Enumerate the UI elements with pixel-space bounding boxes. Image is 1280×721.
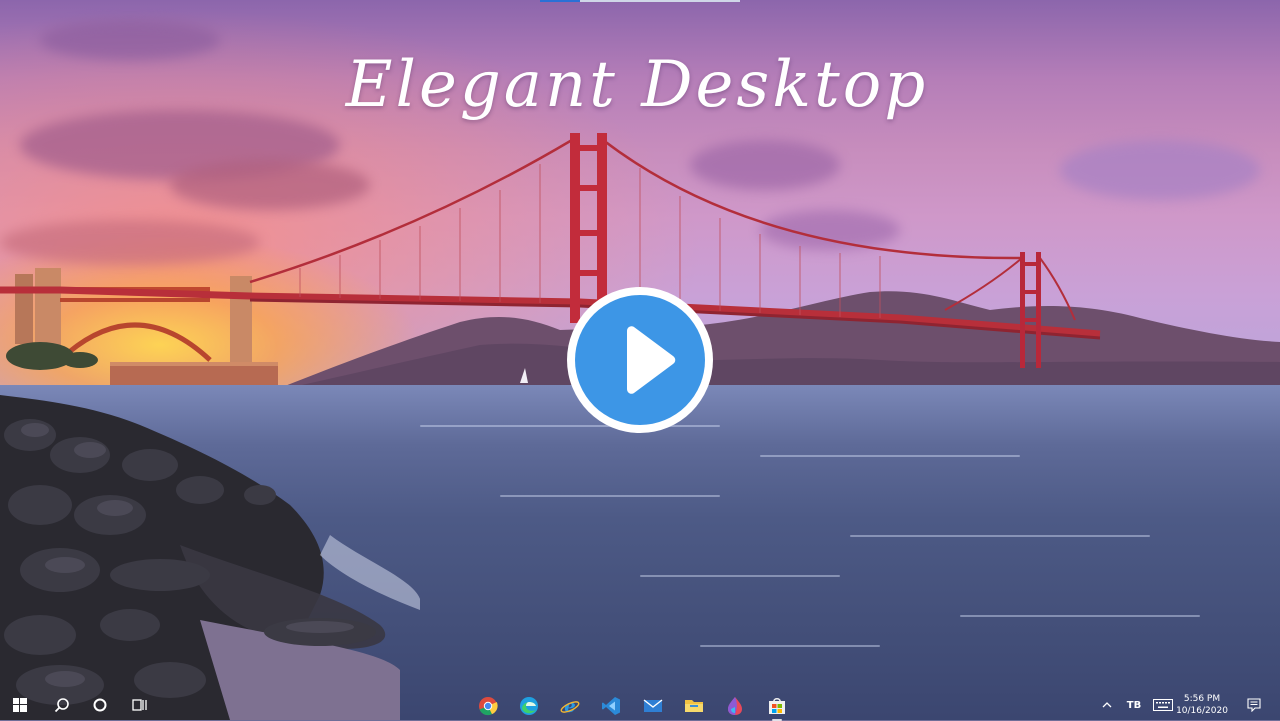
tray-app-badge[interactable]: TB [1124,690,1144,720]
water-ripple [420,425,720,427]
search-icon [54,698,69,713]
folder-icon [685,700,703,712]
video-progress-bar[interactable] [540,0,740,2]
taskbar-app-chrome[interactable] [475,693,501,719]
taskbar-app-store[interactable] [764,693,790,721]
mail-icon [643,699,663,712]
taskbar-app-file-explorer[interactable] [681,693,707,719]
taskbar-clock[interactable]: 5:56 PM 10/16/2020 [1164,690,1240,720]
circle-icon [93,698,107,712]
paint-icon [728,697,742,715]
internet-explorer-icon: e [560,696,580,716]
water-ripple [640,575,840,577]
taskbar-app-mail[interactable] [640,693,666,719]
search-button[interactable] [42,690,82,720]
clock-date: 10/16/2020 [1176,706,1228,716]
water-ripple [850,535,1150,537]
show-hidden-icons-button[interactable] [1097,690,1117,720]
windows-icon [13,698,27,712]
notification-icon [1247,698,1261,712]
vscode-icon [602,697,620,715]
clock-time: 5:56 PM [1183,694,1221,704]
action-center-button[interactable] [1244,690,1264,720]
play-button[interactable] [567,287,713,433]
task-view-button[interactable] [120,690,160,720]
rocky-shore [0,395,420,720]
taskbar-app-paint-3d[interactable] [722,693,748,719]
edge-icon [520,697,538,715]
wallpaper-title: Elegant Desktop [345,48,929,122]
chevron-up-icon [1102,702,1112,708]
play-icon [627,326,676,394]
water-ripple [500,495,720,497]
taskbar-app-edge[interactable] [516,693,542,719]
task-view-icon [132,699,147,711]
start-button[interactable] [0,690,40,720]
chrome-icon [479,697,498,716]
water-ripple [960,615,1200,617]
taskbar-app-internet-explorer[interactable]: e [557,693,583,719]
water-ripple [760,455,1020,457]
video-progress-fill [540,0,580,2]
taskbar-app-visual-studio-code[interactable] [598,693,624,719]
play-button-circle [575,295,705,425]
cortana-button[interactable] [80,690,120,720]
store-icon [769,698,785,714]
water-ripple [700,645,880,647]
taskbar: e TB 5:56 PM 10/16/2020 [0,690,1280,721]
